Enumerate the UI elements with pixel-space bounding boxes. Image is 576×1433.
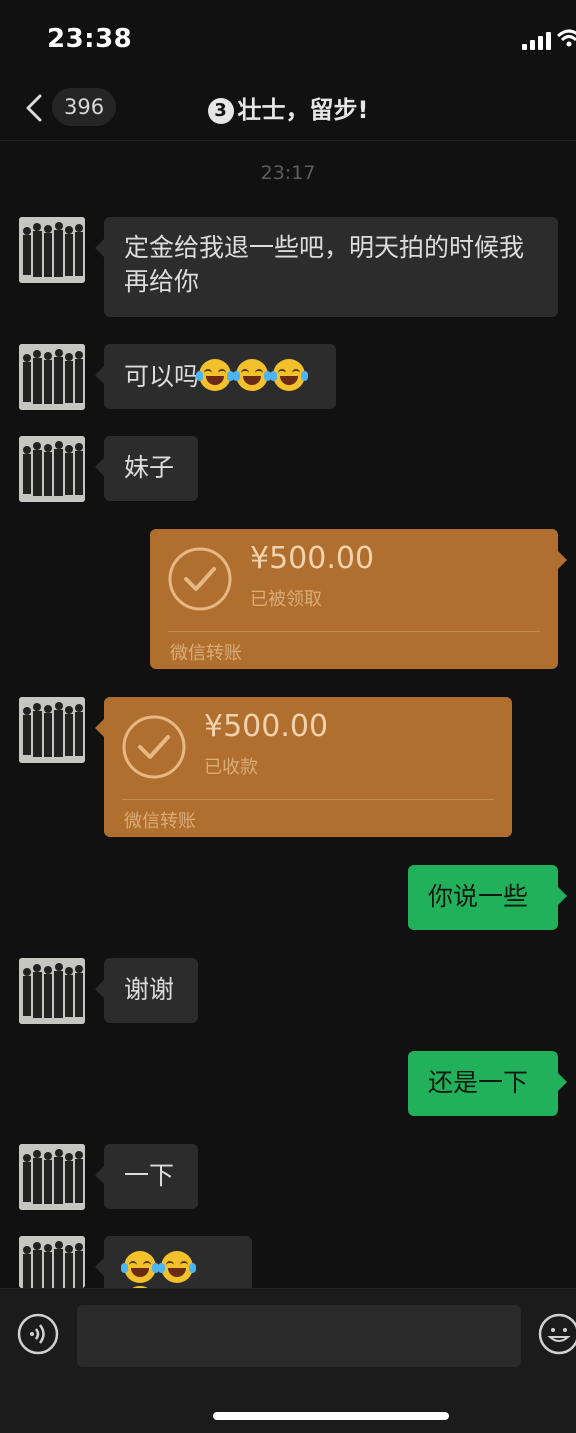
contact-avatar[interactable] <box>19 1144 85 1210</box>
transfer-amount: ¥500.00 <box>204 709 329 744</box>
received-message[interactable] <box>95 1236 252 1318</box>
wifi-icon <box>556 29 576 47</box>
sent-message[interactable]: 你说一些 <box>408 865 567 930</box>
transfer-status: 已被领取 <box>250 589 322 610</box>
chat-title-text: 壮士，留步! <box>237 96 369 124</box>
received-message[interactable]: 一下 <box>95 1144 198 1209</box>
message-text: 还是一下 <box>428 1068 529 1097</box>
check-icon <box>122 715 186 779</box>
contact-avatar[interactable] <box>19 436 85 502</box>
status-time: 23:38 <box>47 24 133 54</box>
received-transfer-card[interactable]: ¥500.00 已收款 微信转账 <box>95 697 512 837</box>
received-message[interactable]: 可以吗 <box>95 344 336 409</box>
message-text: 可以吗 <box>124 362 200 391</box>
message-text: 妹子 <box>124 453 175 482</box>
laughing-emoji-icon <box>121 1251 159 1283</box>
transfer-label: 微信转账 <box>124 811 196 832</box>
voice-icon[interactable] <box>17 1313 59 1355</box>
message-text: 谢谢 <box>124 975 175 1004</box>
received-message[interactable]: 定金给我退一些吧，明天拍的时候我再给你 <box>95 217 558 317</box>
chat-header: 396 3 壮士，留步! <box>0 80 576 141</box>
chat-title[interactable]: 3 壮士，留步! <box>0 90 576 125</box>
contact-avatar[interactable] <box>19 1236 85 1288</box>
laughing-emoji-icon <box>158 1251 196 1283</box>
laughing-emoji-icon <box>196 359 235 391</box>
emoji-icon[interactable] <box>538 1313 576 1355</box>
contact-avatar[interactable] <box>19 697 85 763</box>
transfer-amount: ¥500.00 <box>250 541 375 576</box>
home-indicator[interactable] <box>213 1412 449 1420</box>
message-text: 你说一些 <box>428 882 529 911</box>
divider <box>168 631 540 632</box>
received-message[interactable]: 妹子 <box>95 436 198 501</box>
transfer-label: 微信转账 <box>170 643 242 664</box>
contact-avatar[interactable] <box>19 958 85 1024</box>
signal-icon <box>522 32 554 50</box>
laughing-emoji-icon <box>233 359 272 391</box>
message-text: 定金给我退一些吧，明天拍的时候我再给你 <box>124 233 525 296</box>
message-text: 一下 <box>124 1161 175 1190</box>
message-timestamp: 23:17 <box>260 162 316 184</box>
transfer-status: 已收款 <box>204 757 258 778</box>
received-message[interactable]: 谢谢 <box>95 958 198 1023</box>
check-icon <box>168 547 232 611</box>
contact-avatar[interactable] <box>19 344 85 410</box>
group-number-badge: 3 <box>207 98 234 124</box>
sent-message[interactable]: 还是一下 <box>408 1051 567 1116</box>
sent-transfer-card[interactable]: ¥500.00 已被领取 微信转账 <box>150 529 567 669</box>
divider <box>122 799 494 800</box>
contact-avatar[interactable] <box>19 217 85 283</box>
laughing-emoji-icon <box>270 359 309 391</box>
message-input[interactable] <box>77 1305 521 1367</box>
status-bar: 23:38 <box>0 0 576 80</box>
